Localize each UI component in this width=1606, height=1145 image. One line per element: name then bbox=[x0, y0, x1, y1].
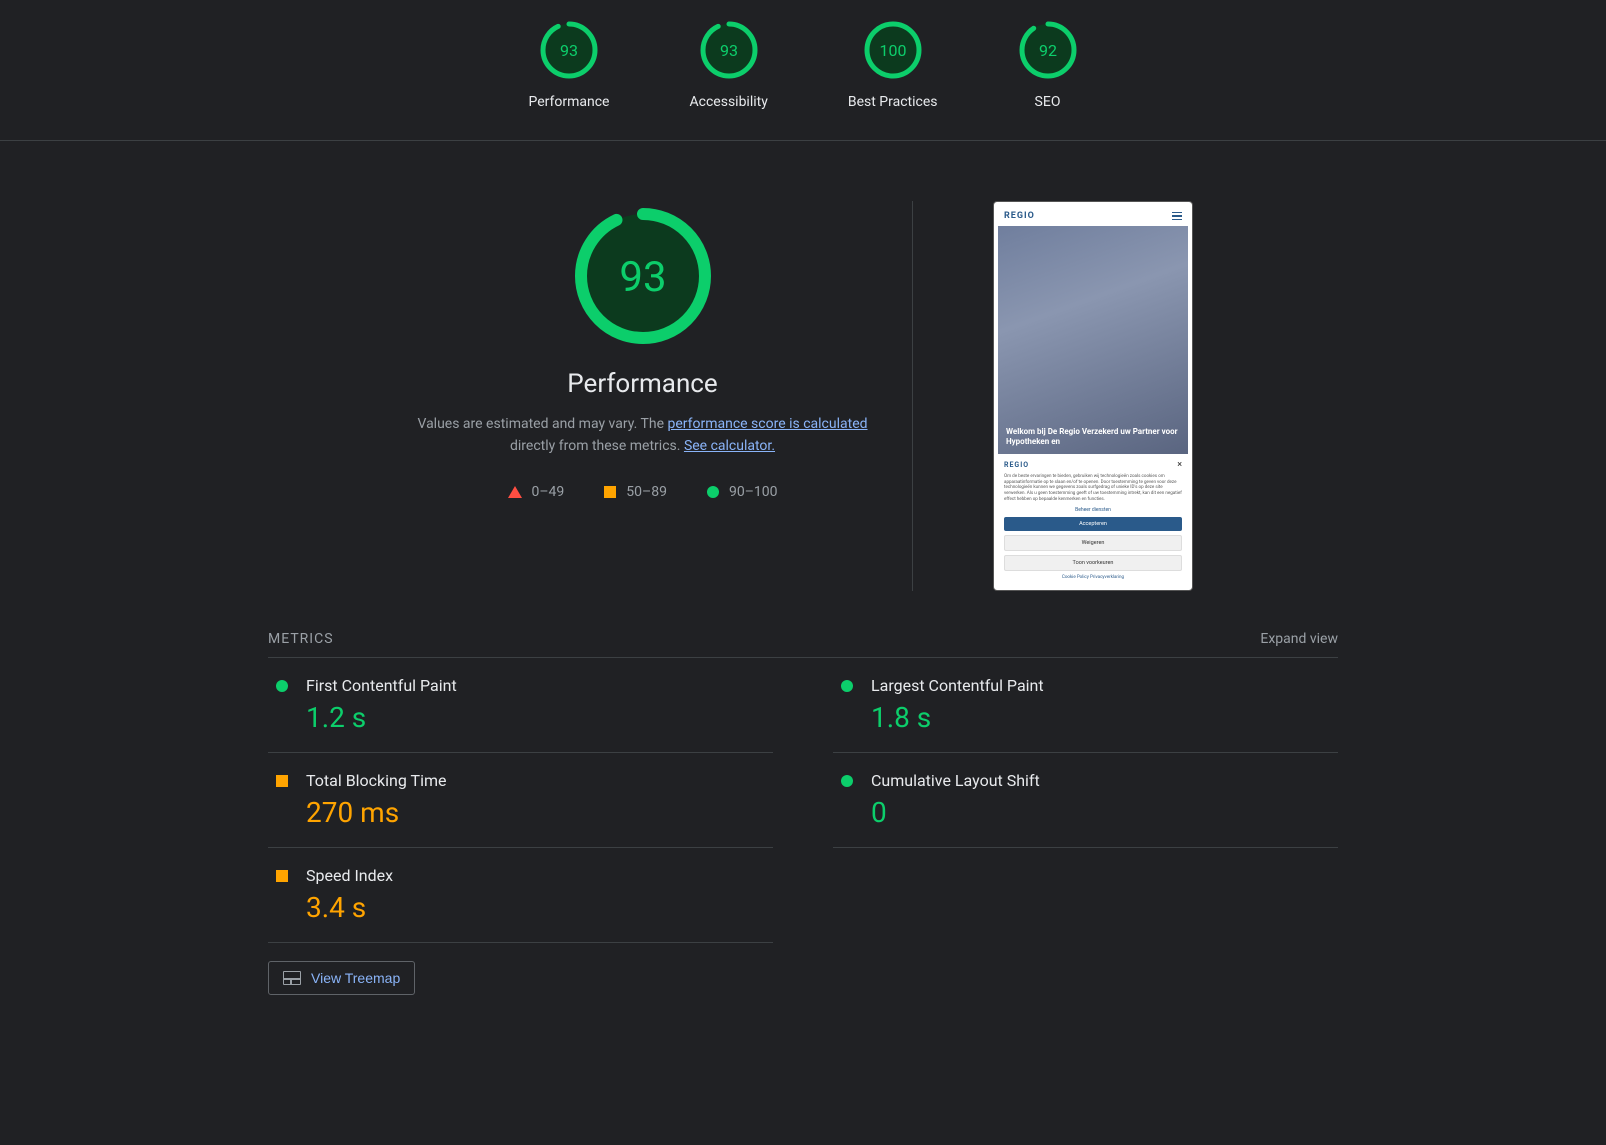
treemap-icon bbox=[283, 971, 301, 985]
metric-tbt[interactable]: Total Blocking Time 270 ms bbox=[268, 753, 773, 848]
metrics-title: METRICS bbox=[268, 631, 334, 647]
square-icon bbox=[604, 486, 616, 498]
expand-view-toggle[interactable]: Expand view bbox=[1260, 631, 1338, 647]
phone-hero-text: Welkom bij De Regio Verzekerd uw Partner… bbox=[1006, 427, 1180, 448]
metric-value: 3.4 s bbox=[306, 891, 393, 924]
phone-hero: REGIO Welkom bij De Regio Verzekerd uw P… bbox=[998, 206, 1188, 454]
performance-description: Values are estimated and may vary. The p… bbox=[413, 413, 872, 458]
cookie-accept-button: Accepteren bbox=[1004, 517, 1182, 531]
metric-cls[interactable]: Cumulative Layout Shift 0 bbox=[833, 753, 1338, 848]
gauge-circle-icon: 93 bbox=[539, 20, 599, 80]
phone-preview: REGIO Welkom bij De Regio Verzekerd uw P… bbox=[993, 201, 1193, 591]
cookie-footer-links: Cookie Policy Privacyverklaring bbox=[1004, 575, 1182, 580]
circle-icon bbox=[276, 680, 288, 692]
metric-value: 1.2 s bbox=[306, 701, 457, 734]
metric-name: Largest Contentful Paint bbox=[871, 676, 1044, 695]
cookie-text: Om de beste ervaringen te bieden, gebrui… bbox=[1004, 474, 1182, 503]
gauge-label: Performance bbox=[529, 94, 610, 110]
gauge-circle-icon: 100 bbox=[863, 20, 923, 80]
metrics-section: METRICS Expand view First Contentful Pai… bbox=[228, 631, 1378, 1035]
close-icon: × bbox=[1177, 460, 1182, 470]
metric-lcp[interactable]: Largest Contentful Paint 1.8 s bbox=[833, 658, 1338, 753]
gauge-label: Best Practices bbox=[848, 94, 938, 110]
metric-name: Speed Index bbox=[306, 866, 393, 885]
gauge-performance[interactable]: 93 Performance bbox=[529, 20, 610, 110]
cookie-manage-link: Beheer diensten bbox=[1004, 507, 1182, 513]
gauge-circle-icon: 92 bbox=[1018, 20, 1078, 80]
cookie-prefs-button: Toon voorkeuren bbox=[1004, 555, 1182, 571]
category-gauges-row: 93 Performance 93 Accessibility 100 Best… bbox=[0, 0, 1606, 141]
metric-name: First Contentful Paint bbox=[306, 676, 457, 695]
legend-good: 90–100 bbox=[707, 484, 778, 500]
metrics-header: METRICS Expand view bbox=[268, 631, 1338, 658]
metric-value: 0 bbox=[871, 796, 1040, 829]
gauge-best-practices[interactable]: 100 Best Practices bbox=[848, 20, 938, 110]
metric-value: 1.8 s bbox=[871, 701, 1044, 734]
big-gauge-icon: 93 bbox=[568, 201, 718, 351]
cookie-logo: REGIO bbox=[1004, 461, 1029, 469]
hamburger-icon bbox=[1172, 212, 1182, 221]
performance-block: 93 Performance Values are estimated and … bbox=[413, 201, 913, 591]
metrics-grid: First Contentful Paint 1.2 s Largest Con… bbox=[268, 658, 1338, 943]
circle-icon bbox=[707, 486, 719, 498]
phone-logo: REGIO bbox=[1004, 211, 1035, 221]
cookie-deny-button: Weigeren bbox=[1004, 535, 1182, 551]
gauge-circle-icon: 93 bbox=[699, 20, 759, 80]
metric-value: 270 ms bbox=[306, 796, 446, 829]
legend-average: 50–89 bbox=[604, 484, 667, 500]
metric-name: Total Blocking Time bbox=[306, 771, 446, 790]
svg-text:93: 93 bbox=[619, 253, 666, 302]
circle-icon bbox=[841, 775, 853, 787]
gauge-label: SEO bbox=[1035, 94, 1061, 110]
square-icon bbox=[276, 870, 288, 882]
square-icon bbox=[276, 775, 288, 787]
score-calculated-link[interactable]: performance score is calculated bbox=[667, 416, 867, 432]
performance-summary-section: 93 Performance Values are estimated and … bbox=[0, 141, 1606, 631]
circle-icon bbox=[841, 680, 853, 692]
metric-speed-index[interactable]: Speed Index 3.4 s bbox=[268, 848, 773, 943]
phone-cookie-banner: REGIO × Om de beste ervaringen te bieden… bbox=[998, 454, 1188, 586]
svg-text:92: 92 bbox=[1039, 41, 1057, 60]
metric-fcp[interactable]: First Contentful Paint 1.2 s bbox=[268, 658, 773, 753]
see-calculator-link[interactable]: See calculator. bbox=[684, 438, 775, 454]
triangle-icon bbox=[508, 486, 522, 498]
performance-title: Performance bbox=[567, 369, 717, 399]
metric-name: Cumulative Layout Shift bbox=[871, 771, 1040, 790]
score-legend: 0–49 50–89 90–100 bbox=[508, 484, 778, 500]
view-treemap-button[interactable]: View Treemap bbox=[268, 961, 415, 995]
gauge-seo[interactable]: 92 SEO bbox=[1018, 20, 1078, 110]
phone-header: REGIO bbox=[998, 206, 1188, 226]
gauge-label: Accessibility bbox=[690, 94, 768, 110]
svg-text:100: 100 bbox=[879, 41, 906, 60]
svg-text:93: 93 bbox=[720, 41, 738, 60]
page-screenshot: REGIO Welkom bij De Regio Verzekerd uw P… bbox=[993, 201, 1193, 591]
svg-text:93: 93 bbox=[560, 41, 578, 60]
legend-fail: 0–49 bbox=[508, 484, 565, 500]
gauge-accessibility[interactable]: 93 Accessibility bbox=[690, 20, 768, 110]
